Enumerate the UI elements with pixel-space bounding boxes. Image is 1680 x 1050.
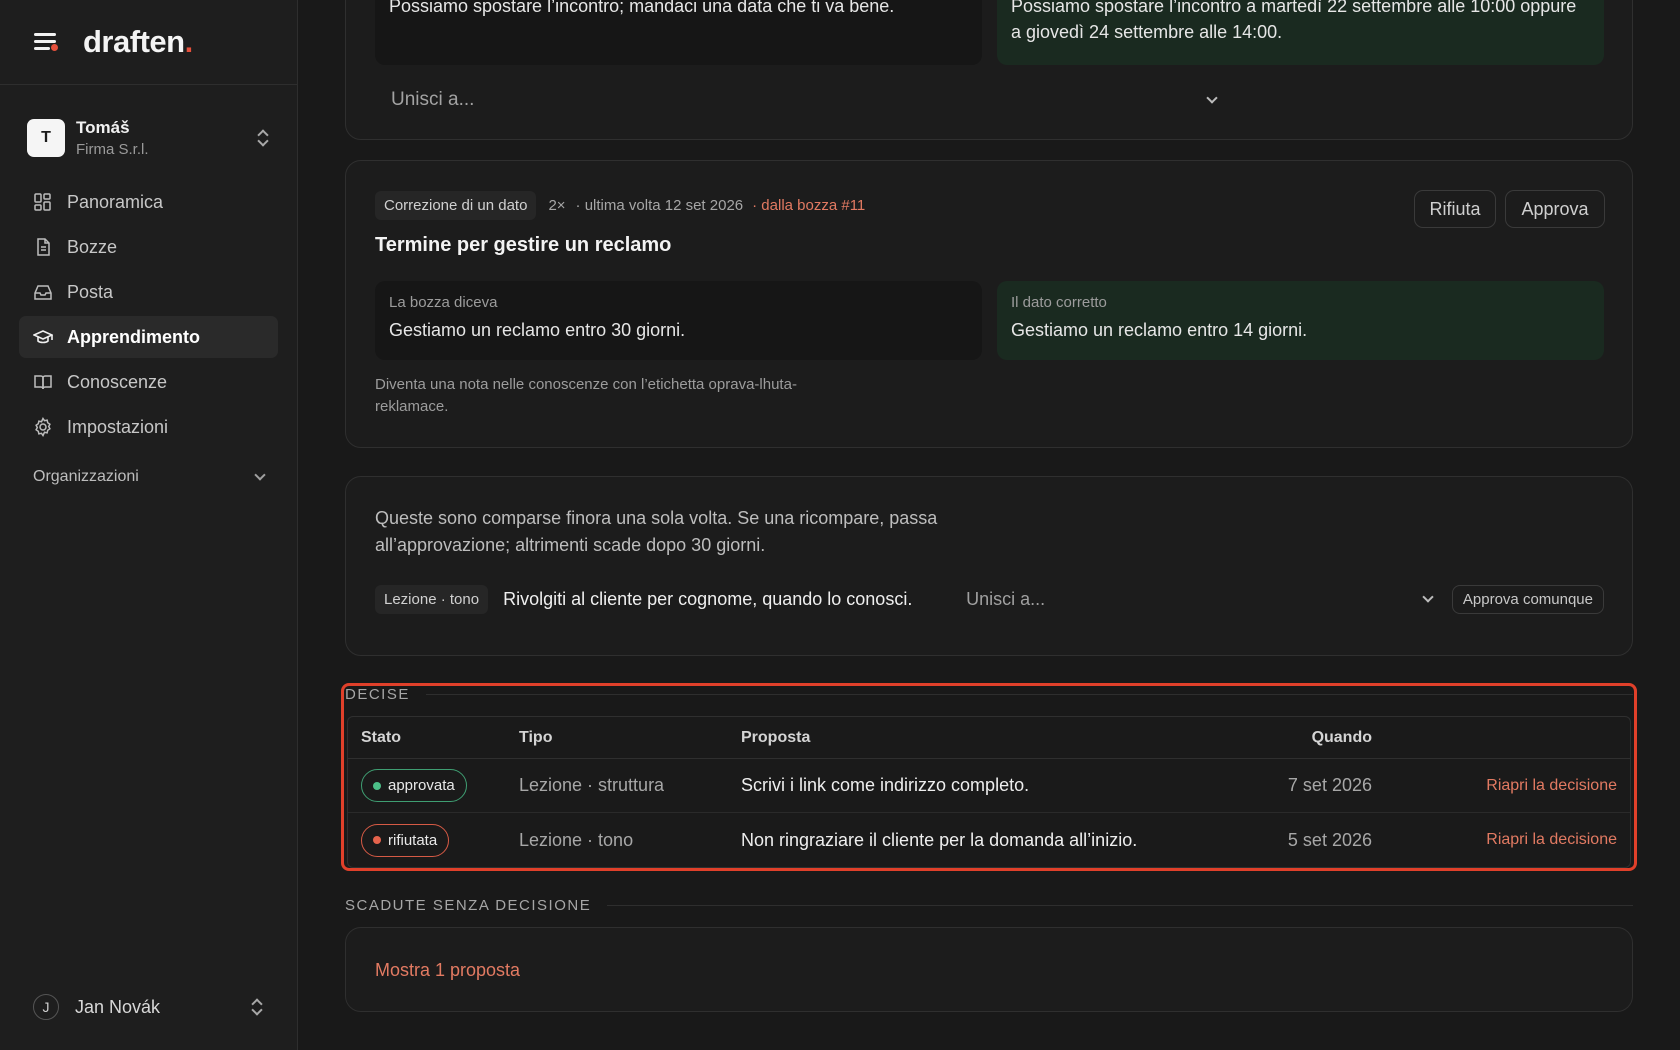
chevron-down-icon [254,468,266,481]
user-switcher[interactable]: J Jan Novák [33,994,264,1020]
old-text-box: La bozza diceva Gestiamo un reclamo entr… [375,281,982,360]
merge-placeholder: Unisci a... [966,588,1046,609]
approve-anyway-button[interactable]: Approva comunque [1451,584,1604,614]
knowledge-note: Diventa una nota nelle conoscenze con l’… [375,376,797,415]
brand-bar: draften. [0,0,297,85]
sidebar-item-label: Bozze [67,236,118,257]
proposal-type-tag: Correzione di un dato [375,191,537,220]
dashboard-icon [33,192,53,212]
source-draft-link[interactable]: · dalla bozza #11 [752,197,865,214]
chevron-down-icon [1206,91,1218,104]
new-text-box: Possiamo spostare l’incontro a martedì 2… [997,0,1604,65]
user-avatar: J [33,994,59,1020]
proposal-meta: Correzione di un dato 2× · ultima volta … [375,191,865,220]
expired-section-header: SCADUTE SENZA DECISIONE [345,897,1633,914]
sidebar-item-apprendimento[interactable]: Apprendimento [19,316,278,358]
sidebar-item-label: Panoramica [67,191,164,212]
single-occurrence-card: Queste sono comparse finora una sola vol… [345,476,1633,656]
old-text: Possiamo spostare l’incontro; mandaci un… [389,0,895,16]
organizations-label: Organizzazioni [33,468,139,485]
inbox-icon [33,282,53,302]
sidebar-item-label: Posta [67,281,114,302]
sidebar-item-impostazioni[interactable]: Impostazioni [19,406,278,448]
new-text-box: Il dato corretto Gestiamo un reclamo ent… [997,281,1604,360]
show-expired-link[interactable]: Mostra 1 proposta [375,960,520,981]
proposal-card: Possiamo spostare l’incontro; mandaci un… [345,0,1633,140]
info-text: Queste sono comparse finora una sola vol… [375,508,938,555]
last-seen: · ultima volta 12 set 2026 [575,197,744,214]
chevron-up-down-icon [250,996,264,1018]
new-text: Possiamo spostare l’incontro a martedì 2… [1011,0,1577,42]
sidebar-item-bozze[interactable]: Bozze [19,226,278,268]
old-text: Gestiamo un reclamo entro 30 giorni. [389,320,686,340]
proposal-title: Termine per gestire un reclamo [375,234,672,256]
reject-button[interactable]: Rifiuta [1414,190,1496,228]
logo: draften. [83,24,193,59]
sidebar-item-conoscenze[interactable]: Conoscenze [19,361,278,403]
sidebar-item-panoramica[interactable]: Panoramica [19,181,278,223]
merge-select[interactable]: Unisci a... [966,589,1452,610]
account-switcher[interactable]: T Tomáš Firma S.r.l. [27,116,270,160]
graduation-cap-icon [33,327,53,347]
new-caption: Il dato corretto [1011,294,1107,311]
sidebar: draften. T Tomáš Firma S.r.l. Panoramica… [0,0,298,1050]
proposal-card: Correzione di un dato 2× · ultima volta … [345,160,1633,448]
focus-highlight [341,683,1637,871]
organizations-toggle[interactable]: Organizzazioni [33,468,266,486]
expired-section-label: SCADUTE SENZA DECISIONE [345,897,592,914]
merge-placeholder: Unisci a... [391,89,475,110]
account-company: Firma S.r.l. [76,141,149,158]
menu-icon[interactable] [32,30,60,54]
user-name: Jan Novák [75,996,161,1017]
sidebar-nav: Panoramica Bozze Posta Apprendimento Con… [19,181,278,451]
sidebar-item-label: Impostazioni [67,416,169,437]
lesson-row: Lezione · tono Rivolgiti al cliente per … [375,583,1604,615]
sidebar-item-label: Apprendimento [67,326,200,347]
occurrence-count: 2× [548,197,566,214]
expired-card: Mostra 1 proposta [345,927,1633,1012]
chevron-down-icon [1422,590,1434,603]
gear-icon [33,417,53,437]
old-text-box: Possiamo spostare l’incontro; mandaci un… [375,0,982,65]
chevron-up-down-icon [256,127,270,149]
lesson-text: Rivolgiti al cliente per cognome, quando… [503,588,913,609]
old-caption: La bozza diceva [389,294,498,311]
approve-button[interactable]: Approva [1505,190,1605,228]
merge-select[interactable]: Unisci a... [391,85,1218,115]
account-name: Tomáš [76,118,130,137]
document-icon [33,237,53,257]
account-avatar: T [27,119,65,157]
lesson-type-tag: Lezione · tono [375,584,489,614]
sidebar-item-posta[interactable]: Posta [19,271,278,313]
book-icon [33,372,53,392]
new-text: Gestiamo un reclamo entro 14 giorni. [1011,320,1308,340]
sidebar-item-label: Conoscenze [67,371,168,392]
